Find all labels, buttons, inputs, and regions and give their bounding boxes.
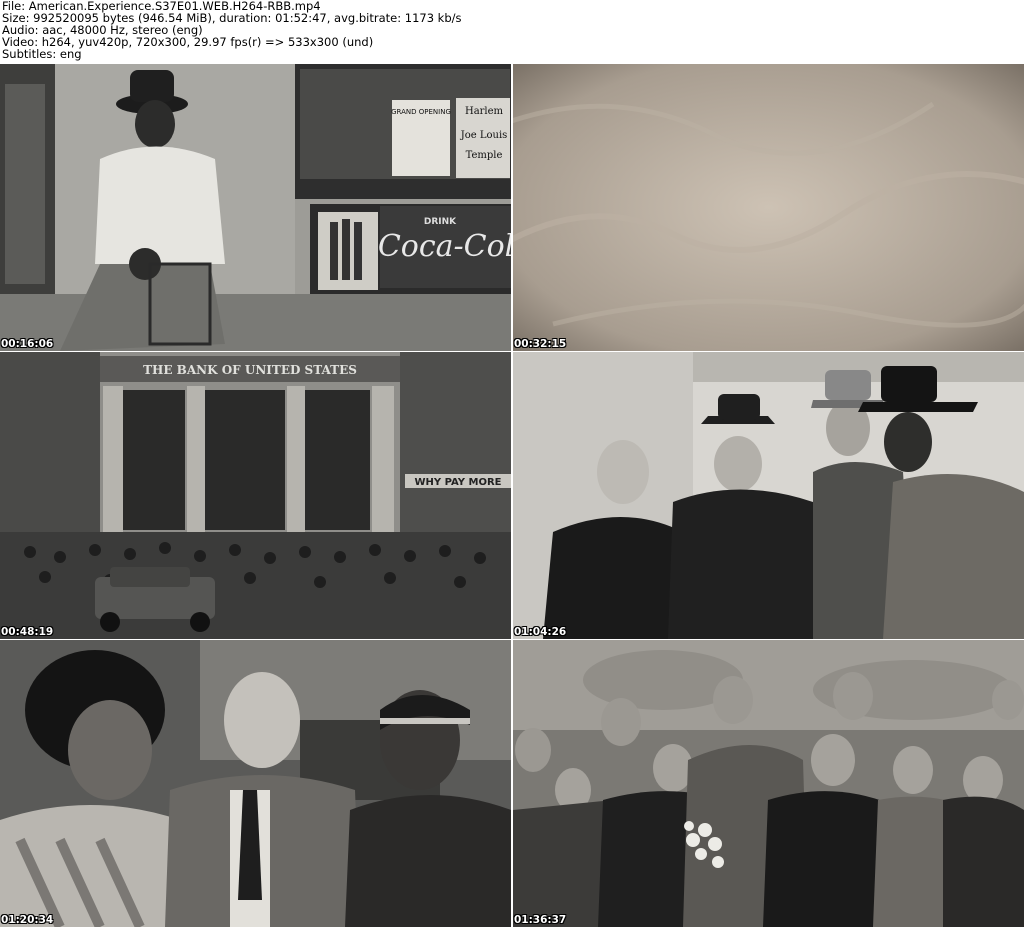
three-people-image: [0, 640, 511, 927]
video-thumbnail-3: THE BANK OF UNITED STATES WHY PAY MORE 0…: [0, 352, 511, 639]
contact-sheet: File: American.Experience.S37E01.WEB.H26…: [0, 0, 1024, 927]
timestamp-label: 01:20:34: [1, 914, 54, 926]
subtitles-info-line: Subtitles: eng: [2, 47, 82, 61]
poster-harlem: Harlem: [465, 106, 504, 117]
timestamp-label: 00:16:06: [1, 338, 54, 350]
video-thumbnail-4: 01:04:26: [513, 352, 1024, 639]
video-thumbnail-5: 01:20:34: [0, 640, 511, 927]
poster-temple: Temple: [466, 150, 503, 161]
poster-grand-opening: GRAND OPENING: [391, 108, 451, 116]
timestamp-label: 01:36:37: [514, 914, 567, 926]
video-thumbnail-1: GRAND OPENING Harlem Joe Louis Temple DR…: [0, 64, 511, 351]
timestamp-label: 01:04:26: [514, 626, 567, 638]
group-portrait-image: [513, 640, 1024, 927]
bank-sign: THE BANK OF UNITED STATES: [143, 363, 357, 377]
timestamp-label: 00:48:19: [1, 626, 54, 638]
coke-sign-drink: DRINK: [424, 217, 457, 227]
video-thumbnail-6: 01:36:37: [513, 640, 1024, 927]
video-thumbnail-2: 00:32:15: [513, 64, 1024, 351]
media-info-header: File: American.Experience.S37E01.WEB.H26…: [0, 0, 1024, 64]
street-scene-image: GRAND OPENING Harlem Joe Louis Temple DR…: [0, 64, 511, 351]
four-men-image: [513, 352, 1024, 639]
coke-sign-logo: Coca-Cola: [378, 229, 511, 264]
paper-texture-image: [513, 64, 1024, 351]
store-sign: WHY PAY MORE: [414, 477, 501, 488]
poster-joe-louis: Joe Louis: [460, 130, 508, 141]
bank-crowd-image: THE BANK OF UNITED STATES WHY PAY MORE: [0, 352, 511, 639]
timestamp-label: 00:32:15: [514, 338, 567, 350]
